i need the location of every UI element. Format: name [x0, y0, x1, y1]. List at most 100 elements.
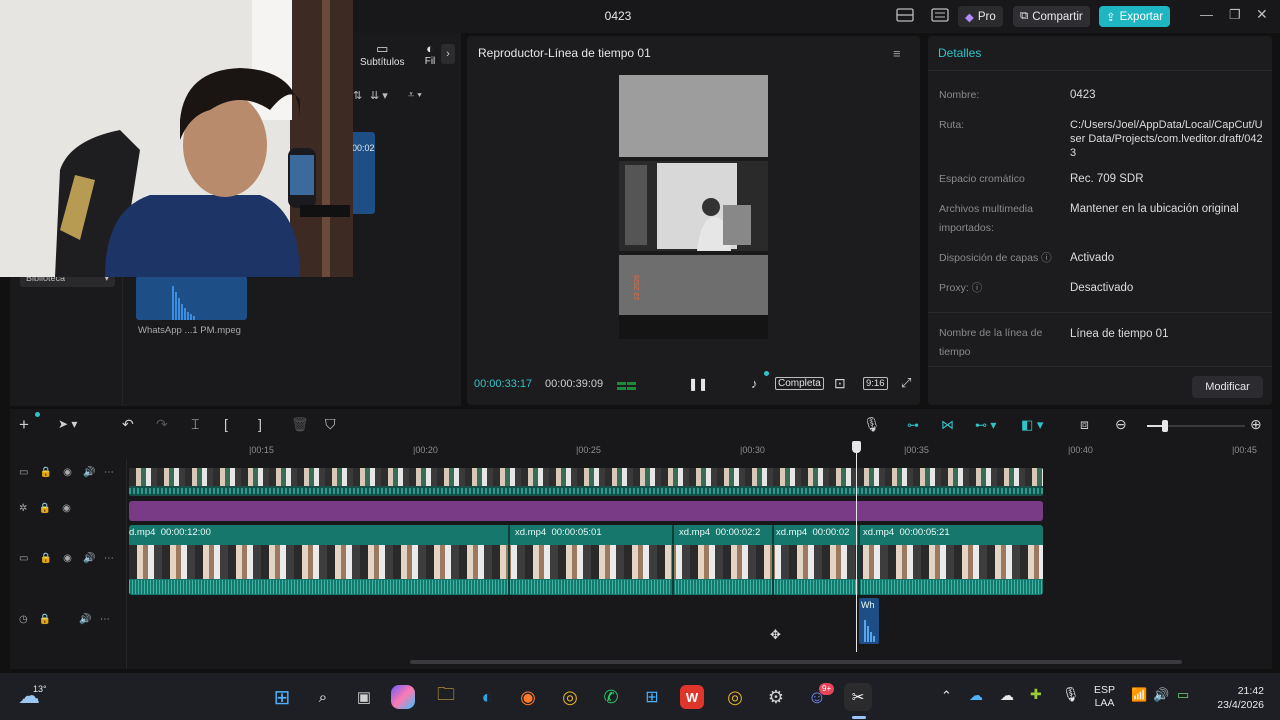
- visibility-icon[interactable]: ◉: [62, 503, 71, 514]
- minimize-icon[interactable]: —: [1200, 7, 1213, 22]
- zoom-in-icon[interactable]: ⊕: [1250, 416, 1262, 433]
- pro-button[interactable]: ◆ Pro: [958, 6, 1003, 27]
- select-tool-icon[interactable]: ➤ ▾: [58, 417, 77, 431]
- trim-left-icon[interactable]: [: [224, 416, 228, 432]
- info-icon[interactable]: ⓘ: [1041, 252, 1052, 264]
- zoom-out-icon[interactable]: ⊖: [1115, 416, 1127, 433]
- more-icon[interactable]: ⋯: [104, 467, 114, 478]
- cloud-sync-icon[interactable]: ☁: [1000, 687, 1014, 704]
- add-track-icon[interactable]: +: [19, 415, 29, 435]
- copilot-icon[interactable]: [391, 685, 415, 709]
- zoom-slider-handle[interactable]: [1162, 420, 1168, 432]
- effect-icon[interactable]: ✲: [19, 503, 27, 514]
- export-icon: ⇪: [1106, 11, 1116, 24]
- audio-clip[interactable]: Wh: [859, 598, 879, 644]
- lock-icon[interactable]: 🔒: [39, 503, 51, 514]
- move-cursor-icon: ✥: [770, 627, 781, 642]
- cover-icon[interactable]: ▭: [19, 553, 28, 564]
- edge-icon[interactable]: ◐: [473, 683, 501, 711]
- language-indicator[interactable]: ESP LAA: [1094, 684, 1115, 710]
- menu-icon[interactable]: ≡: [893, 46, 901, 61]
- more-icon[interactable]: ⋯: [104, 553, 114, 564]
- wifi-icon[interactable]: 📶: [1131, 687, 1147, 703]
- chrome-profile-icon[interactable]: ◎: [721, 683, 749, 711]
- quality-button[interactable]: Completa: [775, 377, 824, 390]
- sort-order-icon[interactable]: ⇊ ▾: [370, 89, 388, 102]
- export-button[interactable]: ⇪ Exportar: [1099, 6, 1171, 27]
- track-1-controls: ▭ 🔒 ◉ 🔊 ⋯: [19, 467, 114, 478]
- battery-icon[interactable]: ▭: [1177, 687, 1189, 703]
- microphone-icon[interactable]: 🎙: [863, 416, 881, 433]
- divider: [928, 366, 1272, 367]
- marker-icon[interactable]: ⛉: [325, 416, 336, 433]
- effect-clip[interactable]: [129, 501, 1043, 521]
- tiktok-icon[interactable]: ♪: [751, 376, 758, 391]
- task-view-icon[interactable]: ▣: [350, 683, 378, 711]
- imported-media-value: Mantener en la ubicación original: [1070, 203, 1239, 215]
- visibility-icon[interactable]: ◉: [63, 467, 72, 478]
- zoom-slider[interactable]: [1147, 420, 1245, 432]
- aspect-ratio-button[interactable]: 9:16: [863, 377, 888, 390]
- lock-icon[interactable]: 🔒: [40, 467, 52, 478]
- volume-icon[interactable]: 🔊: [83, 467, 95, 478]
- microphone-tray-icon[interactable]: 🎙: [1062, 686, 1080, 703]
- sort-icon[interactable]: ⇅: [353, 89, 362, 102]
- lock-icon[interactable]: 🔒: [40, 553, 52, 564]
- magnet-snap-icon[interactable]: ⋈: [941, 417, 954, 433]
- visibility-icon[interactable]: ◉: [63, 553, 72, 564]
- undo-icon[interactable]: ↶: [122, 416, 134, 433]
- chrome-icon[interactable]: ◎: [556, 683, 584, 711]
- cover-icon[interactable]: ▭: [19, 467, 28, 478]
- search-icon[interactable]: ⌕: [309, 683, 337, 711]
- close-icon[interactable]: ✕: [1256, 6, 1268, 23]
- wps-icon[interactable]: W: [680, 685, 704, 709]
- file-explorer-icon[interactable]: 🗀: [432, 683, 460, 711]
- lock-icon[interactable]: 🔒: [39, 614, 51, 625]
- speaker-icon[interactable]: 🔊: [1153, 687, 1169, 703]
- more-icon[interactable]: ⋯: [100, 614, 110, 625]
- tab-filters[interactable]: ◐ Fil: [422, 41, 438, 67]
- playhead[interactable]: [856, 442, 857, 652]
- audio-track-icon[interactable]: ◷: [19, 614, 28, 625]
- tabs-next-icon[interactable]: ›: [441, 44, 455, 64]
- clip-divider: [672, 525, 674, 595]
- chevron-up-icon[interactable]: ⌃: [941, 688, 952, 704]
- tab-subtitles[interactable]: ▭ Subtítulos: [360, 41, 404, 68]
- playhead-handle[interactable]: [852, 441, 861, 453]
- time-ruler[interactable]: |00:15 |00:20 |00:25 |00:30 |00:35 |00:4…: [127, 442, 1272, 456]
- whatsapp-icon[interactable]: ✆: [597, 683, 625, 711]
- video-preview[interactable]: 23 2026: [619, 75, 768, 339]
- capcut-icon[interactable]: ✂: [844, 683, 872, 711]
- modify-button[interactable]: Modificar: [1192, 376, 1263, 398]
- trim-right-icon[interactable]: ]: [258, 416, 262, 432]
- active-app-indicator: [852, 716, 866, 719]
- share-button[interactable]: ⧉ Compartir: [1013, 6, 1090, 27]
- clock[interactable]: 21:42 23/4/2026: [1208, 684, 1264, 712]
- volume-icon[interactable]: 🔊: [79, 614, 91, 625]
- keyboard-icon[interactable]: [931, 8, 949, 25]
- screen-icon[interactable]: ⧈: [1080, 416, 1089, 433]
- audio-thumbnail[interactable]: [136, 276, 247, 320]
- app-tray-icon[interactable]: ✚: [1030, 686, 1042, 703]
- delete-icon[interactable]: 🗑: [291, 416, 309, 433]
- start-icon[interactable]: ⊞: [268, 683, 296, 711]
- split-icon[interactable]: ⌶: [191, 416, 199, 433]
- linkage-icon[interactable]: ⊷ ▾: [975, 418, 996, 432]
- fullscreen-icon[interactable]: ⤢: [901, 375, 911, 391]
- maximize-icon[interactable]: ❐: [1229, 7, 1241, 23]
- github-icon[interactable]: ⚙: [762, 683, 790, 711]
- store-icon[interactable]: ⊞: [638, 683, 666, 711]
- overlay-video-clip[interactable]: [129, 468, 1043, 496]
- volume-icon[interactable]: 🔊: [83, 553, 95, 564]
- preview-axis-icon[interactable]: ◧ ▾: [1021, 417, 1043, 433]
- layout-icon[interactable]: [896, 8, 914, 25]
- timeline-scrollbar[interactable]: [410, 660, 1182, 664]
- redo-icon[interactable]: ↷: [156, 416, 168, 433]
- link-main-track-icon[interactable]: ⊶: [907, 418, 919, 432]
- onedrive-icon[interactable]: ☁: [969, 687, 983, 704]
- info-icon[interactable]: ⓘ: [972, 282, 983, 294]
- pause-icon[interactable]: ❚❚: [688, 377, 708, 391]
- screenshot-icon[interactable]: ⊡: [834, 375, 846, 392]
- filter-icon[interactable]: ⩡ ▾: [408, 89, 422, 102]
- firefox-icon[interactable]: ◉: [514, 683, 542, 711]
